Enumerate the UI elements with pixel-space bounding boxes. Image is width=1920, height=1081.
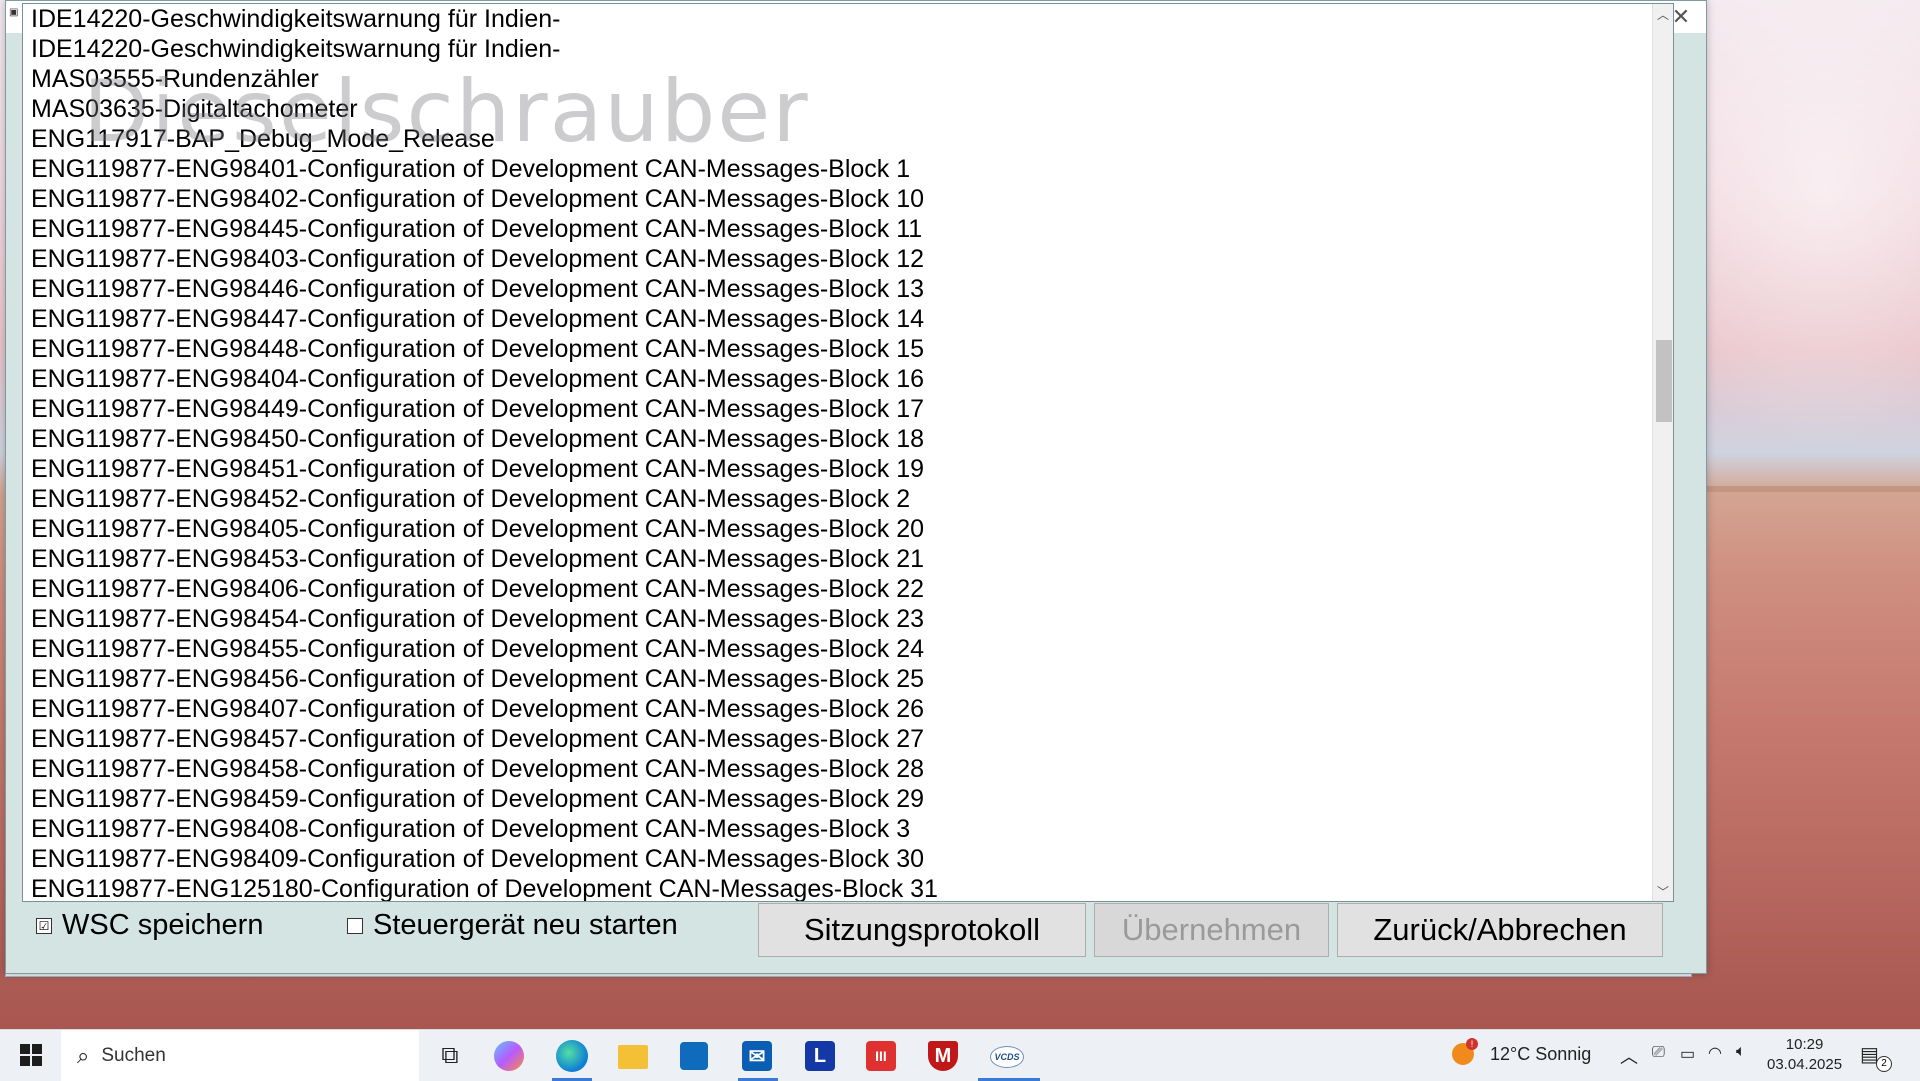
restart-ecu-label: Steuergerät neu starten xyxy=(373,909,678,941)
list-item[interactable]: ENG117917-BAP_Debug_Mode_Release xyxy=(31,124,938,154)
restart-ecu-option[interactable]: Steuergerät neu starten xyxy=(347,909,678,942)
wallpaper-horizon xyxy=(1700,486,1920,492)
adaptation-listbox[interactable]: IDE14220-Geschwindigkeitswarnung für Ind… xyxy=(22,3,1674,902)
list-item[interactable]: ENG119877-ENG98447-Configuration of Deve… xyxy=(31,304,938,334)
list-item[interactable]: IDE14220-Geschwindigkeitswarnung für Ind… xyxy=(31,34,938,64)
file-explorer-icon[interactable] xyxy=(618,1045,648,1069)
apply-button[interactable]: Übernehmen xyxy=(1094,903,1329,957)
notifications-count-badge: 2 xyxy=(1876,1056,1892,1072)
list-item[interactable]: ENG119877-ENG98445-Configuration of Deve… xyxy=(31,214,938,244)
list-item[interactable]: ENG119877-ENG98452-Configuration of Deve… xyxy=(31,484,938,514)
edge-icon[interactable] xyxy=(556,1040,588,1072)
taskbar-search[interactable]: ⌕ Suchen xyxy=(61,1030,419,1081)
clock[interactable]: 10:29 03.04.2025 xyxy=(1767,1035,1842,1075)
volume-icon[interactable]: 🔈︎ xyxy=(1736,1043,1746,1061)
clock-time: 10:29 xyxy=(1785,1036,1824,1053)
list-item[interactable]: ENG119877-ENG98449-Configuration of Deve… xyxy=(31,394,938,424)
l-app-icon[interactable]: L xyxy=(805,1041,835,1071)
list-item[interactable]: ENG119877-ENG98455-Configuration of Deve… xyxy=(31,634,938,664)
list-item[interactable]: ENG119877-ENG98401-Configuration of Deve… xyxy=(31,154,938,184)
list-item[interactable]: ENG119877-ENG98405-Configuration of Deve… xyxy=(31,514,938,544)
list-item[interactable]: ENG119877-ENG98456-Configuration of Deve… xyxy=(31,664,938,694)
battery-icon[interactable]: ▭ xyxy=(1680,1044,1695,1064)
taskbar: ⌕ Suchen ⧉ ✉ L III M VCDS ! 12°C Sonnig … xyxy=(0,1029,1920,1081)
session-log-button[interactable]: Sitzungsprotokoll xyxy=(758,903,1086,957)
wsc-save-checkbox[interactable]: ☑ xyxy=(36,917,52,934)
windows-start-icon[interactable] xyxy=(20,1044,42,1066)
red-app-icon[interactable]: III xyxy=(866,1041,896,1071)
vcds-icon[interactable]: VCDS xyxy=(990,1046,1024,1068)
list-item[interactable]: ENG119877-ENG98407-Configuration of Deve… xyxy=(31,694,938,724)
list-item[interactable]: MAS03555-Rundenzähler xyxy=(31,64,938,94)
list-item[interactable]: ENG119877-ENG98446-Configuration of Deve… xyxy=(31,274,938,304)
list-item[interactable]: ENG119877-ENG98459-Configuration of Deve… xyxy=(31,784,938,814)
weather-alert-badge: ! xyxy=(1466,1038,1478,1050)
vertical-scrollbar[interactable]: ︿ ﹀ xyxy=(1652,4,1673,901)
adaptation-dialog: ▣ ✕ IDE14220-Geschwindigkeitswarnung für… xyxy=(5,0,1707,974)
list-items: IDE14220-Geschwindigkeitswarnung für Ind… xyxy=(31,4,938,901)
restart-ecu-checkbox[interactable] xyxy=(347,917,363,934)
show-hidden-icons-chevron-icon[interactable]: ︿ xyxy=(1620,1043,1638,1069)
wifi-icon[interactable]: ◠ xyxy=(1708,1043,1722,1063)
meet-now-icon[interactable]: ⎚ xyxy=(1652,1044,1665,1062)
copilot-icon[interactable] xyxy=(494,1041,524,1071)
clock-date: 03.04.2025 xyxy=(1767,1056,1843,1073)
task-view-icon[interactable]: ⧉ xyxy=(432,1038,468,1074)
list-item[interactable]: IDE14220-Geschwindigkeitswarnung für Ind… xyxy=(31,4,938,34)
list-item[interactable]: ENG119877-ENG98454-Configuration of Deve… xyxy=(31,604,938,634)
microsoft-store-icon[interactable] xyxy=(680,1042,708,1070)
list-item[interactable]: ENG119877-ENG98406-Configuration of Deve… xyxy=(31,574,938,604)
outlook-icon[interactable]: ✉ xyxy=(742,1041,772,1071)
search-icon: ⌕ xyxy=(77,1042,90,1068)
list-item[interactable]: ENG119877-ENG98408-Configuration of Deve… xyxy=(31,814,938,844)
mcafee-icon[interactable]: M xyxy=(928,1041,958,1071)
scroll-thumb[interactable] xyxy=(1656,340,1672,422)
list-item[interactable]: ENG119877-ENG98453-Configuration of Deve… xyxy=(31,544,938,574)
list-item[interactable]: ENG119877-ENG98404-Configuration of Deve… xyxy=(31,364,938,394)
scroll-up-icon[interactable]: ︿ xyxy=(1653,4,1673,24)
list-item[interactable]: MAS03635-Digitaltachometer xyxy=(31,94,938,124)
back-cancel-button[interactable]: Zurück/Abbrechen xyxy=(1337,903,1663,957)
list-item[interactable]: ENG119877-ENG98450-Configuration of Deve… xyxy=(31,424,938,454)
weather-text[interactable]: 12°C Sonnig xyxy=(1490,1044,1591,1065)
scroll-down-icon[interactable]: ﹀ xyxy=(1653,881,1673,901)
search-placeholder: Suchen xyxy=(101,1044,166,1066)
wsc-save-label: WSC speichern xyxy=(62,909,264,941)
list-item[interactable]: ENG119877-ENG98402-Configuration of Deve… xyxy=(31,184,938,214)
list-item[interactable]: ENG119877-ENG98403-Configuration of Deve… xyxy=(31,244,938,274)
list-item[interactable]: ENG119877-ENG98448-Configuration of Deve… xyxy=(31,334,938,364)
app-icon: ▣ xyxy=(9,7,19,18)
wsc-save-option[interactable]: ☑ WSC speichern xyxy=(36,909,263,942)
list-item[interactable]: ENG119877-ENG125180-Configuration of Dev… xyxy=(31,874,938,901)
list-item[interactable]: ENG119877-ENG98458-Configuration of Deve… xyxy=(31,754,938,784)
list-item[interactable]: ENG119877-ENG98409-Configuration of Deve… xyxy=(31,844,938,874)
list-item[interactable]: ENG119877-ENG98457-Configuration of Deve… xyxy=(31,724,938,754)
list-item[interactable]: ENG119877-ENG98451-Configuration of Deve… xyxy=(31,454,938,484)
dialog-button-bar: ☑ WSC speichern Steuergerät neu starten … xyxy=(22,901,1692,961)
